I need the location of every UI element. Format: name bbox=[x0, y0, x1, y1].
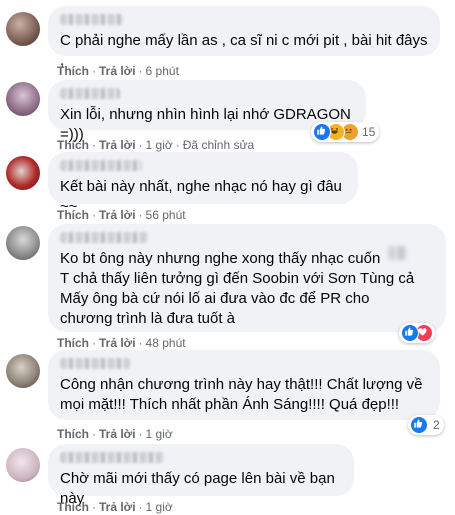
author-name-blurred[interactable] bbox=[60, 358, 130, 369]
comment-bubble: Kết bài này nhất, nghe nhạc nó hay gì đâ… bbox=[48, 152, 358, 215]
reply-link[interactable]: Trả lời bbox=[99, 500, 136, 514]
edited-label: Đã chỉnh sửa bbox=[182, 138, 255, 152]
reply-link[interactable]: Trả lời bbox=[99, 138, 136, 152]
comment-bubble: Chờ mãi mới thấy có page lên bài về bạn … bbox=[48, 444, 354, 507]
like-reaction-icon bbox=[401, 324, 419, 342]
avatar[interactable] bbox=[6, 354, 40, 388]
reply-link[interactable]: Trả lời bbox=[99, 64, 136, 78]
comment-actions: Thích · Trả lời · 6 phút bbox=[57, 64, 179, 78]
author-name-blurred[interactable] bbox=[60, 88, 120, 99]
comment-text: Ko bt ông này nhưng nghe xong thấy nhạc … bbox=[60, 250, 415, 327]
like-link[interactable]: Thích bbox=[57, 208, 89, 222]
reaction-count: 2 bbox=[433, 418, 440, 432]
timestamp[interactable]: 56 phút bbox=[146, 208, 186, 222]
avatar[interactable] bbox=[6, 226, 40, 260]
avatar[interactable] bbox=[6, 12, 40, 46]
like-reaction-icon bbox=[313, 123, 331, 141]
comment-bubble: Ko bt ông này nhưng nghe xong thấy nhạc … bbox=[48, 224, 446, 332]
timestamp[interactable]: 48 phút bbox=[146, 336, 186, 350]
timestamp[interactable]: 6 phút bbox=[146, 64, 179, 78]
author-name-blurred[interactable] bbox=[60, 452, 164, 463]
reply-link[interactable]: Trả lời bbox=[99, 427, 136, 441]
author-name-blurred[interactable] bbox=[60, 160, 142, 171]
reply-link[interactable]: Trả lời bbox=[99, 208, 136, 222]
like-link[interactable]: Thích bbox=[57, 138, 89, 152]
reaction-summary[interactable] bbox=[399, 323, 435, 343]
like-link[interactable]: Thích bbox=[57, 336, 89, 350]
comment-text: Công nhận chương trình này hay thật!!! C… bbox=[60, 376, 423, 413]
author-name-blurred[interactable] bbox=[60, 14, 124, 25]
reaction-count: 15 bbox=[362, 125, 376, 139]
comment-actions: Thích · Trả lời · 1 giờ bbox=[57, 427, 173, 441]
timestamp[interactable]: 1 giờ bbox=[146, 138, 173, 152]
comment-actions: Thích · Trả lời · 48 phút bbox=[57, 336, 186, 350]
timestamp[interactable]: 1 giờ bbox=[146, 500, 173, 514]
like-link[interactable]: Thích bbox=[57, 427, 89, 441]
reaction-summary[interactable]: 15 bbox=[311, 122, 380, 142]
comment-bubble: C phải nghe mấy lần as , ca sĩ ni c mới … bbox=[48, 6, 440, 69]
comment-bubble: Công nhận chương trình này hay thật!!! C… bbox=[48, 350, 440, 420]
comment-actions: Thích · Trả lời · 56 phút bbox=[57, 208, 186, 222]
avatar[interactable] bbox=[6, 156, 40, 190]
comment-actions: Thích · Trả lời · 1 giờ · Đã chỉnh sửa bbox=[57, 138, 255, 152]
reply-link[interactable]: Trả lời bbox=[99, 336, 136, 350]
author-name-blurred[interactable] bbox=[60, 232, 148, 243]
timestamp[interactable]: 1 giờ bbox=[146, 427, 173, 441]
blurred-emoji bbox=[388, 246, 406, 260]
reaction-summary[interactable]: 2 bbox=[408, 415, 444, 435]
avatar[interactable] bbox=[6, 82, 40, 116]
like-link[interactable]: Thích bbox=[57, 500, 89, 514]
like-reaction-icon bbox=[410, 416, 428, 434]
like-link[interactable]: Thích bbox=[57, 64, 89, 78]
comment-actions: Thích · Trả lời · 1 giờ bbox=[57, 500, 173, 514]
avatar[interactable] bbox=[6, 448, 40, 482]
